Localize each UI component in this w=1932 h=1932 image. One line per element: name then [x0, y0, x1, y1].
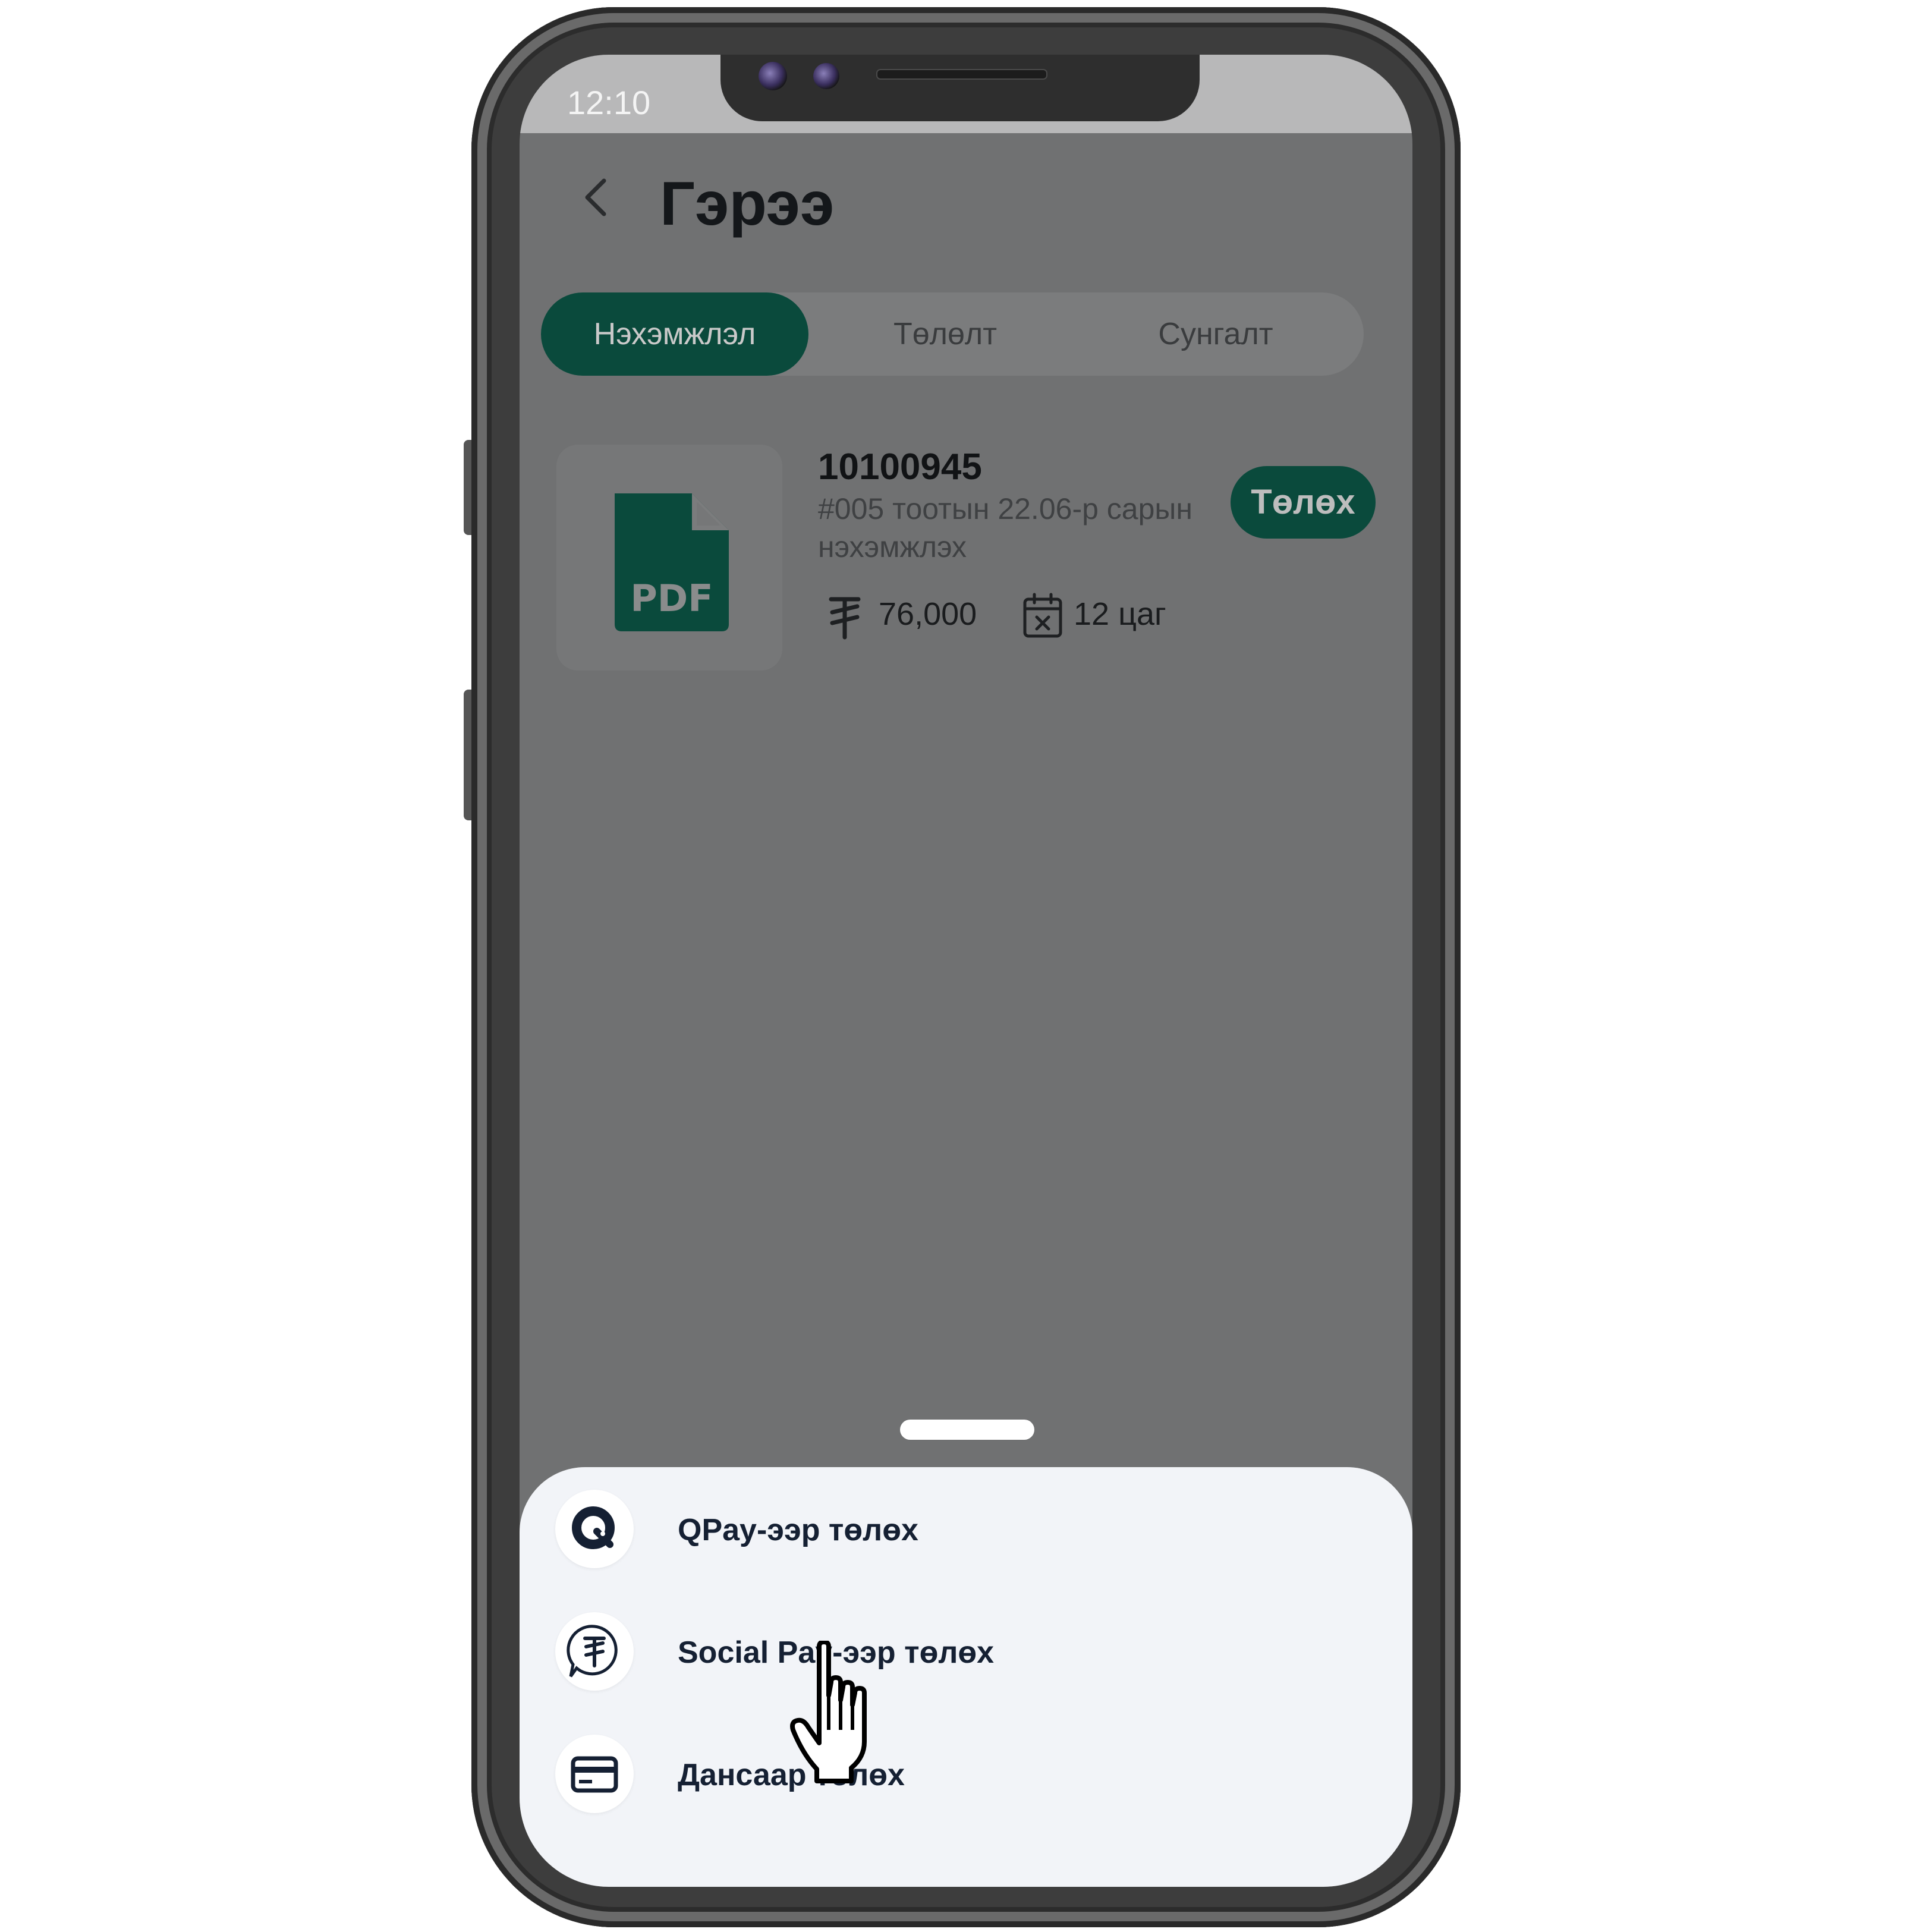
speaker-grille [876, 69, 1047, 80]
back-chevron-icon[interactable] [573, 174, 621, 221]
calendar-expire-icon [1023, 593, 1062, 638]
pdf-file-icon: PDF [615, 493, 729, 631]
socialpay-icon [567, 1625, 618, 1678]
camera-icon [759, 62, 787, 90]
phone-screen: 12:10 Гэрээ Нэхэмжлэл Төлөлт Сунгалт PDF… [520, 55, 1412, 1887]
page-title: Гэрээ [660, 169, 835, 238]
tab-extension[interactable]: Сунгалт [1082, 292, 1349, 376]
card-icon [571, 1756, 618, 1793]
qpay-icon [572, 1506, 615, 1549]
socialpay-option-icon-wrap[interactable] [555, 1612, 634, 1691]
notch [720, 55, 1200, 121]
payment-bottom-sheet: QPay-ээр төлөх Social Pay-ээр төлөх Данс… [520, 1467, 1412, 1887]
hand-pointer-cursor-icon [790, 1641, 867, 1783]
tab-bar: Нэхэмжлэл Төлөлт Сунгалт [541, 292, 1364, 376]
account-option-icon-wrap[interactable] [555, 1735, 634, 1813]
tugrik-icon [829, 597, 861, 640]
qpay-option-label[interactable]: QPay-ээр төлөх [678, 1512, 918, 1548]
invoice-description: #005 тоотын 22.06-р сарын нэхэмжлэх [818, 492, 1192, 564]
status-time: 12:10 [567, 84, 651, 121]
sheet-drag-handle[interactable] [900, 1420, 1034, 1440]
pay-button[interactable]: Төлөх [1231, 466, 1376, 539]
qpay-option-icon-wrap[interactable] [555, 1490, 634, 1568]
pdf-thumbnail[interactable]: PDF [556, 445, 782, 671]
tab-invoice[interactable]: Нэхэмжлэл [541, 292, 808, 376]
sensor-icon [813, 63, 839, 89]
invoice-time-left: 12 цаг [1074, 596, 1166, 632]
pdf-badge-label: PDF [630, 577, 713, 620]
invoice-amount: 76,000 [879, 596, 977, 632]
tab-payment[interactable]: Төлөлт [814, 292, 1076, 376]
invoice-number: 10100945 [818, 446, 982, 487]
